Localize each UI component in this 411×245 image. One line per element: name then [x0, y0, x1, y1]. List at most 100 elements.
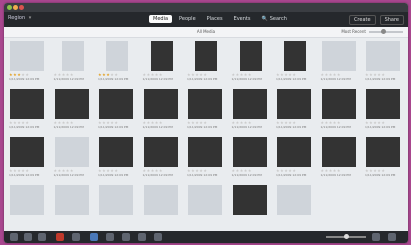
desktop-background: Region ▾ Media People Places Events 🔍 Se…	[0, 0, 411, 245]
media-tile[interactable]: ★★★★★ 1/11/2009 12:09 PM	[140, 87, 184, 133]
media-tile[interactable]: ★★★★★ 1/11/2009 12:09 PM	[273, 135, 317, 181]
media-thumbnail[interactable]	[99, 137, 133, 167]
media-tile[interactable]: ★★★★★ 1/11/2009 12:09 PM	[362, 87, 406, 133]
media-tile[interactable]	[184, 183, 228, 229]
media-tile[interactable]	[273, 183, 317, 229]
media-tile[interactable]: ★★★★★ 1/11/2009 12:09 PM	[6, 87, 50, 133]
tab-media[interactable]: Media	[149, 15, 173, 23]
media-tile[interactable]	[229, 183, 273, 229]
undo-icon[interactable]	[24, 233, 32, 241]
media-thumbnail[interactable]	[54, 185, 89, 215]
media-thumbnail[interactable]	[150, 41, 173, 71]
tab-search[interactable]: 🔍 Search	[258, 15, 291, 23]
media-tile[interactable]	[140, 183, 184, 229]
rotate-icon[interactable]	[56, 233, 64, 241]
share-button[interactable]: Share	[379, 15, 404, 25]
window-maximize-button[interactable]	[13, 5, 18, 10]
media-tile[interactable]: ★★★★★ 1/11/2009 12:09 PM	[6, 39, 50, 85]
info-icon[interactable]	[106, 233, 114, 241]
album-icon[interactable]	[138, 233, 146, 241]
media-thumbnail[interactable]	[232, 89, 267, 119]
media-tile[interactable]	[51, 183, 95, 229]
tab-places[interactable]: Places	[203, 15, 227, 23]
hide-panel-icon[interactable]	[10, 233, 18, 241]
zoom-slider[interactable]	[326, 234, 366, 239]
media-tile[interactable]: ★★★★★ 1/11/2009 12:09 PM	[184, 135, 228, 181]
media-tile[interactable]: ★★★★★ 1/11/2009 12:09 PM	[95, 135, 139, 181]
media-tile[interactable]: ★★★★★ 1/11/2009 12:09 PM	[318, 87, 362, 133]
media-thumbnail[interactable]	[10, 41, 44, 71]
media-thumbnail[interactable]	[366, 137, 400, 167]
media-thumbnail[interactable]	[366, 89, 400, 119]
media-tile[interactable]: ★★★★★ 1/11/2009 12:09 PM	[95, 39, 139, 85]
media-thumbnail[interactable]	[61, 41, 84, 71]
media-thumbnail[interactable]	[277, 137, 311, 167]
media-tile[interactable]: ★★★★★ 1/11/2009 12:09 PM	[6, 135, 50, 181]
media-thumbnail[interactable]	[188, 89, 222, 119]
media-tile[interactable]: ★★★★★ 1/11/2009 12:09 PM	[95, 87, 139, 133]
media-thumbnail[interactable]	[366, 41, 400, 71]
media-tile[interactable]: ★★★★★ 1/11/2009 12:09 PM	[273, 39, 317, 85]
media-tile[interactable]: ★★★★★ 1/11/2009 12:09 PM	[229, 135, 273, 181]
delete-icon[interactable]	[72, 233, 80, 241]
media-tile[interactable]: ★★★★★ 1/11/2009 12:09 PM	[229, 87, 273, 133]
media-tile[interactable]: ★★★★★ 1/11/2009 12:09 PM	[51, 39, 95, 85]
media-tile[interactable]: ★★★★★ 1/11/2009 12:09 PM	[140, 39, 184, 85]
keyword-tag-icon[interactable]	[90, 233, 98, 241]
media-tile[interactable]: ★★★★★ 1/11/2009 12:09 PM	[184, 87, 228, 133]
media-thumbnail[interactable]	[239, 41, 262, 71]
media-date: 1/11/2009 12:09 PM	[276, 173, 307, 177]
media-thumbnail[interactable]	[232, 185, 267, 215]
media-thumbnail[interactable]	[106, 41, 128, 71]
media-tile[interactable]: ★★★★★ 1/11/2009 12:09 PM	[184, 39, 228, 85]
media-thumbnail[interactable]	[10, 185, 44, 215]
tab-events[interactable]: Events	[230, 15, 255, 23]
media-thumbnail[interactable]	[232, 137, 267, 167]
media-thumbnail[interactable]	[188, 185, 222, 215]
media-tile[interactable]: ★★★★★ 1/11/2009 12:09 PM	[273, 87, 317, 133]
media-thumbnail[interactable]	[321, 89, 356, 119]
media-date: 1/11/2009 12:09 PM	[365, 77, 396, 81]
media-thumbnail[interactable]	[277, 185, 311, 215]
media-date: 1/11/2009 12:09 PM	[53, 173, 84, 177]
media-tile[interactable]: ★★★★★ 1/11/2009 12:09 PM	[229, 39, 273, 85]
slideshow-icon[interactable]	[122, 233, 130, 241]
media-tile[interactable]: ★★★★★ 1/11/2009 12:09 PM	[51, 87, 95, 133]
redo-icon[interactable]	[38, 233, 46, 241]
media-tile[interactable]	[95, 183, 139, 229]
media-tile[interactable]: ★★★★★ 1/11/2009 12:09 PM	[318, 39, 362, 85]
media-tile[interactable]: ★★★★★ 1/11/2009 12:09 PM	[51, 135, 95, 181]
media-thumbnail[interactable]	[54, 137, 89, 167]
organizer-icon[interactable]	[154, 233, 162, 241]
media-tile[interactable]: ★★★★★ 1/11/2009 12:09 PM	[362, 135, 406, 181]
media-thumbnail[interactable]	[277, 89, 311, 119]
media-thumbnail[interactable]	[284, 41, 306, 71]
create-button[interactable]: Create	[348, 15, 376, 25]
media-thumbnail[interactable]	[188, 137, 222, 167]
media-thumbnail[interactable]	[321, 41, 356, 71]
media-thumbnail[interactable]	[143, 185, 178, 215]
media-thumbnail[interactable]	[99, 185, 133, 215]
window-minimize-button[interactable]	[7, 5, 12, 10]
display-options-icon[interactable]	[372, 233, 380, 241]
fullscreen-icon[interactable]	[388, 233, 396, 241]
media-tile[interactable]: ★★★★★ 1/11/2009 12:09 PM	[318, 135, 362, 181]
media-thumbnail[interactable]	[54, 89, 89, 119]
media-tile[interactable]	[6, 183, 50, 229]
media-thumbnail[interactable]	[195, 41, 217, 71]
window-close-button[interactable]	[19, 5, 24, 10]
thumbnail-size-slider[interactable]	[369, 28, 403, 34]
media-tile[interactable]: ★★★★★ 1/11/2009 12:09 PM	[362, 39, 406, 85]
media-thumbnail[interactable]	[321, 137, 356, 167]
media-tile[interactable]: ★★★★★ 1/11/2009 12:09 PM	[140, 135, 184, 181]
media-thumbnail[interactable]	[143, 137, 178, 167]
media-thumbnail[interactable]	[10, 89, 44, 119]
media-date: 1/11/2009 12:09 PM	[53, 77, 84, 81]
tab-people[interactable]: People	[175, 15, 200, 23]
region-dropdown-label: Region	[8, 15, 26, 21]
media-thumbnail[interactable]	[10, 137, 44, 167]
media-thumbnail[interactable]	[143, 89, 178, 119]
sort-dropdown[interactable]: Most Recent	[341, 29, 366, 34]
region-dropdown[interactable]: Region ▾	[8, 15, 31, 21]
media-thumbnail[interactable]	[99, 89, 133, 119]
